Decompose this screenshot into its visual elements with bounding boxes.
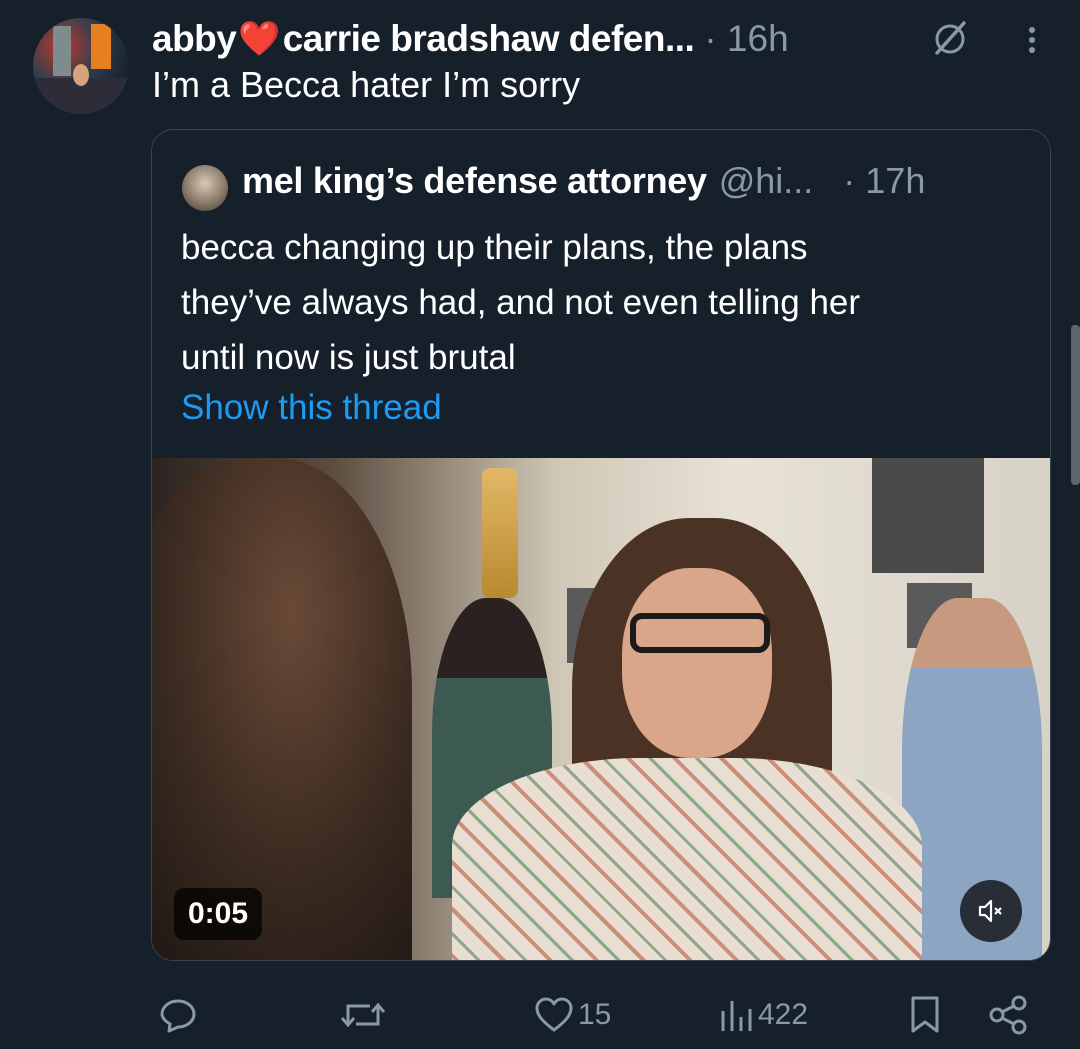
video-scene-shirt <box>452 758 922 960</box>
quoted-text-line: until now is just brutal <box>181 338 516 377</box>
quoted-post-header: mel king’s defense attorney @hi... · 17h <box>242 158 925 204</box>
author-avatar[interactable] <box>33 18 129 114</box>
video-player[interactable]: 0:05 <box>152 458 1050 960</box>
video-scene-glasses <box>630 613 770 653</box>
scrollbar[interactable] <box>1071 325 1080 485</box>
reply-icon <box>160 999 196 1033</box>
video-scene-lamp <box>482 468 518 598</box>
bookmark-button[interactable] <box>908 985 942 1045</box>
speaker-muted-icon <box>978 899 1002 923</box>
heart-emoji: ❤️ <box>238 20 281 58</box>
quoted-author-handle: @hi... <box>718 160 814 201</box>
views-bar-chart-icon <box>721 1001 752 1031</box>
mute-toggle-button[interactable] <box>960 880 1022 942</box>
like-button[interactable]: 15 <box>534 985 611 1045</box>
quoted-text-line: becca changing up their plans, the plans <box>181 228 808 267</box>
quoted-post-card[interactable]: mel king’s defense attorney @hi... · 17h… <box>151 129 1051 961</box>
video-scene-foreground-person <box>152 458 412 960</box>
show-thread-link[interactable]: Show this thread <box>181 388 442 428</box>
quoted-text-line: they’ve always had, and not even telling… <box>181 283 861 322</box>
repost-button[interactable] <box>340 985 390 1045</box>
avatar-detail <box>53 26 71 76</box>
bookmark-icon <box>911 996 939 1033</box>
quoted-author-avatar <box>182 165 228 211</box>
action-bar: 15 422 <box>0 985 1080 1045</box>
reply-button[interactable] <box>157 985 203 1045</box>
avatar-detail <box>73 64 89 86</box>
post-timestamp[interactable]: · 16h <box>704 18 788 60</box>
share-button[interactable] <box>986 985 1030 1045</box>
video-scene-woman-face <box>622 568 772 758</box>
post-text: I’m a Becca hater I’m sorry <box>152 64 581 105</box>
grok-icon[interactable] <box>930 19 970 59</box>
author-name-first[interactable]: abby <box>152 18 237 60</box>
quoted-author-name: mel king’s defense attorney <box>242 160 707 201</box>
video-timer: 0:05 <box>174 888 263 940</box>
author-name-rest[interactable]: carrie bradshaw defen... <box>283 18 695 60</box>
share-icon <box>989 995 1027 1035</box>
views-count: 422 <box>758 998 809 1031</box>
repost-icon <box>340 1002 386 1028</box>
like-count: 15 <box>578 998 612 1031</box>
heart-icon <box>535 997 573 1032</box>
post-header: abby ❤️ carrie bradshaw defen... · 16h <box>152 14 1052 64</box>
avatar-detail <box>91 24 111 69</box>
video-scene-board <box>872 458 984 573</box>
more-options-icon[interactable] <box>1020 22 1044 58</box>
quoted-post-text: becca changing up their plans, the plans… <box>181 220 1031 385</box>
quoted-post-timestamp: · 17h <box>843 160 926 201</box>
views-button[interactable]: 422 <box>718 985 808 1045</box>
